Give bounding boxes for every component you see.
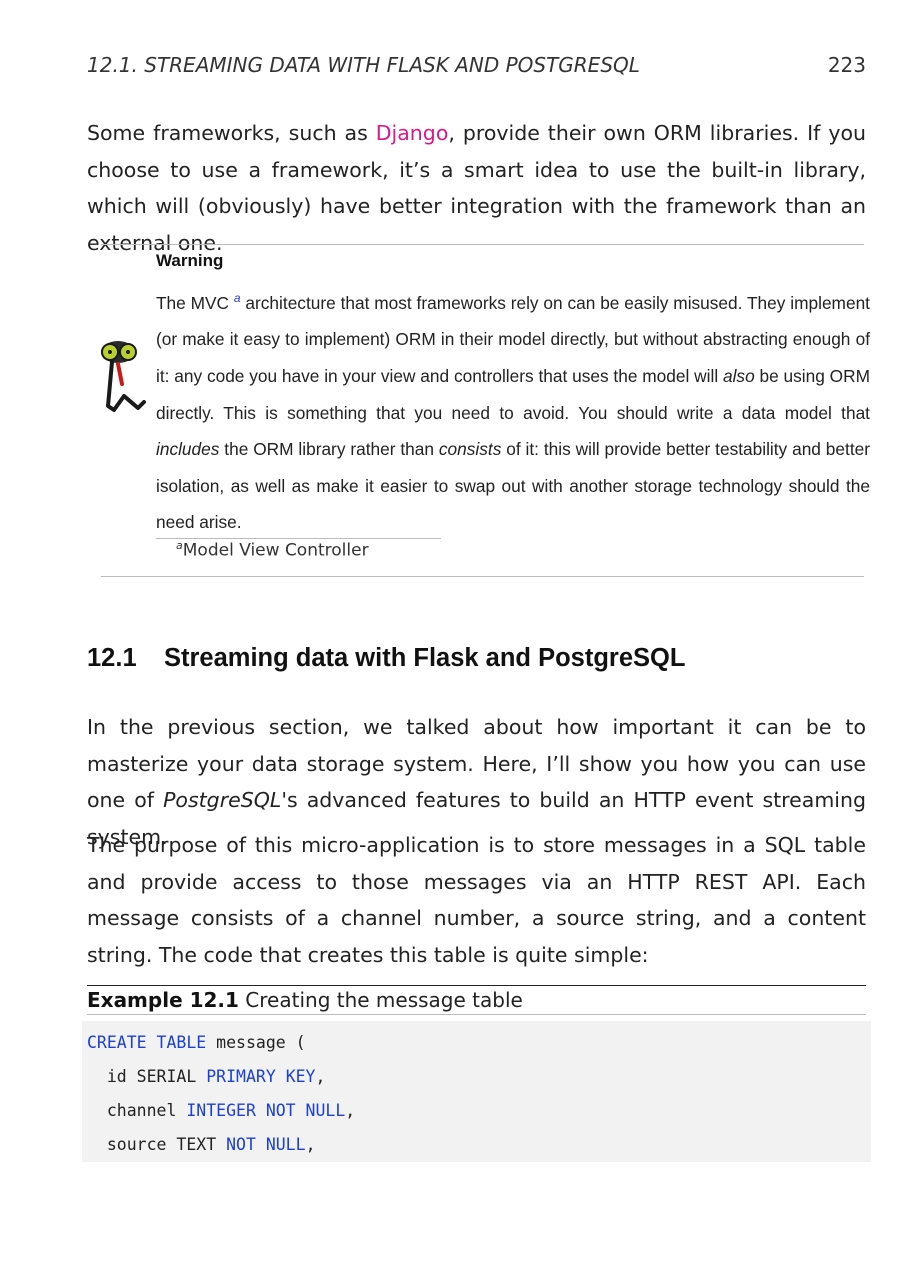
page-number: 223	[827, 53, 866, 77]
example-caption: Example 12.1 Creating the message table	[87, 985, 866, 1015]
django-link[interactable]: Django	[376, 121, 449, 145]
section-heading: 12.1 Streaming data with Flask and Postgr…	[87, 644, 685, 673]
example-label: Example 12.1	[87, 988, 239, 1012]
footnote: aModel View Controller	[176, 539, 369, 561]
paragraph-purpose: The purpose of this micro-application is…	[87, 833, 866, 968]
running-header: 12.1. STREAMING DATA WITH FLASK AND POST…	[87, 53, 866, 77]
code-line: source TEXT NOT NULL,	[87, 1135, 316, 1154]
warning-title: Warning	[156, 251, 224, 270]
example-caption-text: Creating the message table	[238, 988, 523, 1012]
footnote-marker[interactable]: a	[234, 291, 241, 305]
running-title: 12.1. STREAMING DATA WITH FLASK AND POST…	[87, 53, 640, 77]
code-line: CREATE TABLE message (	[87, 1033, 306, 1052]
code-line: id SERIAL PRIMARY KEY,	[87, 1067, 326, 1086]
intro-paragraph: Some frameworks, such as Django, provide…	[87, 121, 866, 256]
warning-top-rule	[101, 244, 864, 245]
warning-text: The MVC a architecture that most framewo…	[156, 291, 870, 533]
section-title-text: Streaming data with Flask and PostgreSQL	[164, 644, 686, 672]
code-block: CREATE TABLE message ( id SERIAL PRIMARY…	[82, 1021, 871, 1162]
bug-mascot-icon	[101, 341, 146, 412]
warning-bottom-rule	[101, 576, 864, 577]
section-number: 12.1	[87, 644, 137, 672]
code-line: channel INTEGER NOT NULL,	[87, 1101, 356, 1120]
